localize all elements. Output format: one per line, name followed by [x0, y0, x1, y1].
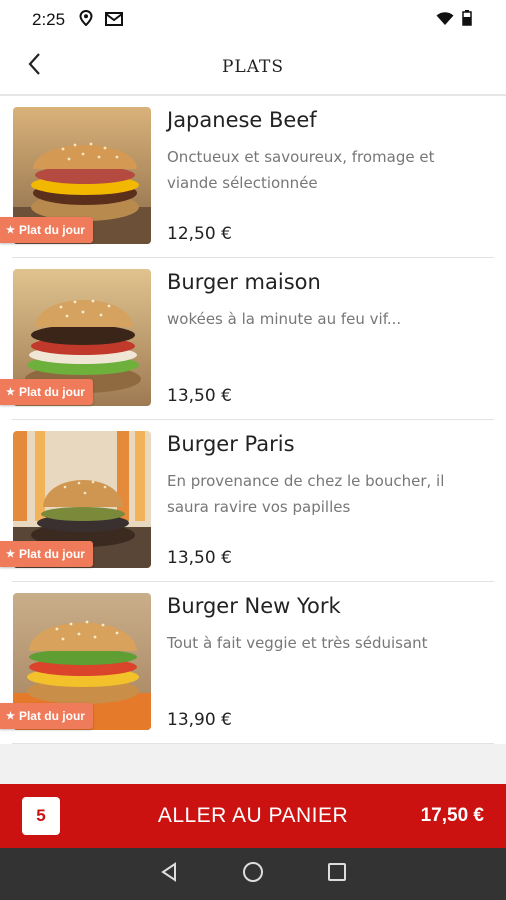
dish-item[interactable]: ★ Plat du jour Burger New York Tout à fai…	[0, 582, 494, 744]
dish-name: Burger Paris	[167, 432, 295, 456]
dish-item[interactable]: ★ Plat du jour Japanese Beef Onctueux et …	[0, 96, 494, 258]
plat-du-jour-badge: ★ Plat du jour	[0, 379, 93, 405]
nav-back-button[interactable]	[156, 861, 182, 887]
mail-icon	[105, 11, 124, 30]
triangle-back-icon	[160, 862, 178, 886]
dish-list: ★ Plat du jour Japanese Beef Onctueux et …	[0, 96, 506, 744]
dish-price: 13,90 €	[167, 710, 232, 730]
wifi-icon	[436, 11, 454, 30]
dish-description: wokées à la minute au feu vif...	[167, 310, 402, 328]
star-icon: ★	[6, 710, 15, 722]
dish-description: Onctueux et savoureux, fromage et viande…	[167, 148, 435, 192]
nav-home-button[interactable]	[240, 861, 266, 887]
square-recents-icon	[327, 862, 347, 886]
dish-price: 13,50 €	[167, 548, 232, 568]
plat-du-jour-badge: ★ Plat du jour	[0, 703, 93, 729]
page-title: PLATS	[221, 57, 285, 77]
dish-name: Japanese Beef	[167, 108, 317, 132]
dish-description: Tout à fait veggie et très séduisant	[167, 634, 428, 652]
battery-icon	[462, 10, 472, 30]
status-icons-left	[79, 9, 124, 30]
dish-price: 13,50 €	[167, 386, 232, 406]
dish-price: 12,50 €	[167, 224, 232, 244]
location-pin-icon	[79, 9, 93, 30]
cart-count-badge: 5	[22, 797, 60, 835]
star-icon: ★	[6, 548, 15, 560]
system-navigation-bar	[0, 848, 506, 900]
status-time: 2:25	[32, 10, 66, 29]
star-icon: ★	[6, 224, 15, 236]
dish-name: Burger maison	[167, 270, 321, 294]
nav-recents-button[interactable]	[324, 861, 350, 887]
plat-du-jour-badge: ★ Plat du jour	[0, 541, 93, 567]
dish-description: En provenance de chez le boucher, il sau…	[167, 472, 445, 516]
status-icons-right	[436, 10, 472, 30]
dish-item[interactable]: ★ Plat du jour Burger Paris En provenance…	[0, 420, 494, 582]
go-to-cart-button[interactable]: 5 ALLER AU PANIER 17,50 €	[0, 784, 506, 848]
cart-total: 17,50 €	[420, 805, 484, 826]
dish-name: Burger New York	[167, 594, 341, 618]
chevron-left-icon	[27, 52, 41, 80]
star-icon: ★	[6, 386, 15, 398]
app-header: PLATS	[0, 40, 506, 96]
dish-item[interactable]: ★ Plat du jour Burger maison wokées à la …	[0, 258, 494, 420]
plat-du-jour-badge: ★ Plat du jour	[0, 217, 93, 243]
back-button[interactable]	[18, 50, 50, 82]
list-footer-space	[0, 744, 506, 784]
circle-home-icon	[242, 861, 264, 887]
status-bar: 2:25	[0, 0, 506, 40]
